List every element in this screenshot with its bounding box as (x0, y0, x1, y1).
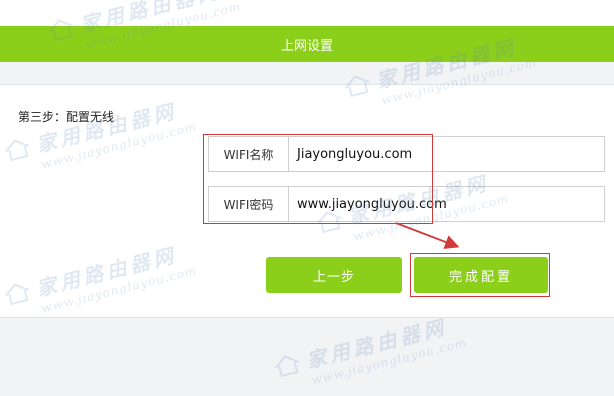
page-title: 上网设置 (280, 38, 333, 54)
house-icon (274, 354, 300, 377)
wifi-name-input[interactable]: Jiayongluyou.com (289, 137, 604, 171)
wifi-name-label: WIFI名称 (209, 137, 289, 171)
finish-config-button[interactable]: 完成配置 (414, 257, 548, 293)
prev-step-label: 上一步 (312, 269, 355, 285)
wifi-password-field[interactable]: WIFI密码 www.jiayongluyou.com (208, 186, 605, 222)
page-header: 上网设置 (0, 26, 614, 62)
watermark-en: www.jiayongluyou.com (310, 335, 469, 388)
wifi-password-label: WIFI密码 (209, 187, 289, 221)
wifi-password-input[interactable]: www.jiayongluyou.com (289, 187, 604, 221)
top-strip (0, 0, 614, 26)
watermark-cn: 家用路由器网 (303, 314, 450, 373)
prev-step-button[interactable]: 上一步 (266, 257, 402, 293)
wifi-name-field[interactable]: WIFI名称 Jiayongluyou.com (208, 136, 605, 172)
watermark: 家用路由器网 www.jiayongluyou.com (270, 307, 468, 396)
step-label: 第三步：配置无线 (18, 110, 115, 124)
finish-config-label: 完成配置 (448, 269, 513, 285)
